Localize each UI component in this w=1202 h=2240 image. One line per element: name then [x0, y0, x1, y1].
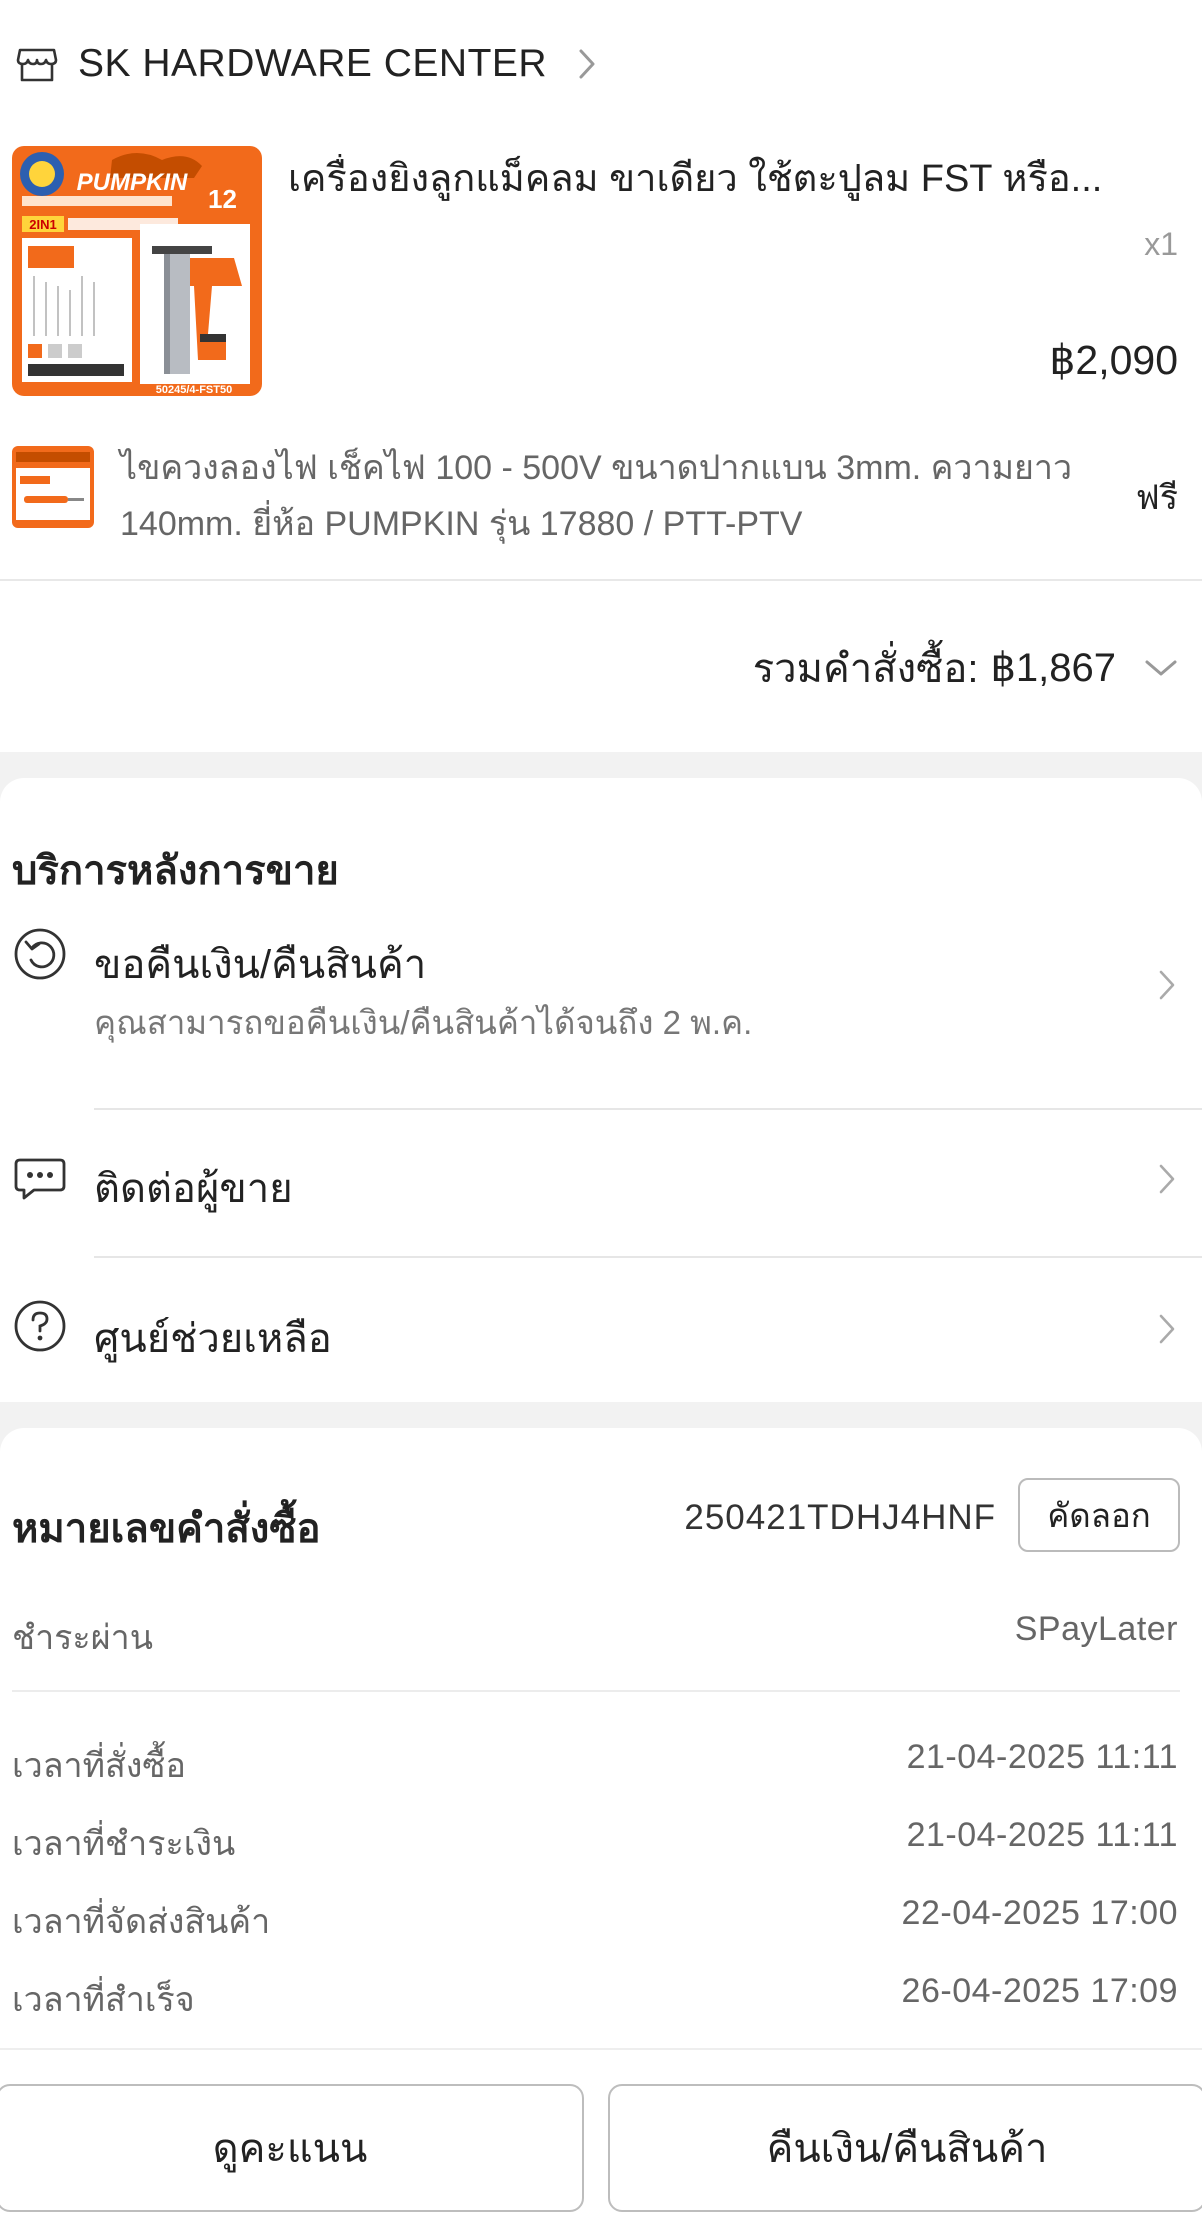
- gift-product-title[interactable]: ไขควงลองไฟ เช็คไฟ 100 - 500V ขนาดปากแบน …: [120, 440, 1110, 552]
- help-center-label: ศูนย์ช่วยเหลือ: [94, 1317, 332, 1361]
- payment-method-label: ชำระผ่าน: [12, 1619, 153, 1657]
- order-number-label: หมายเลขคำสั่งซื้อ: [12, 1507, 321, 1551]
- order-detail-page: SK HARDWARE CENTER PUMPKIN 12 2IN1 50245…: [0, 0, 1202, 2240]
- order-total-amount: ฿1,867: [990, 646, 1116, 690]
- order-total-label: รวมคำสั่งซื้อ:: [752, 647, 979, 691]
- chevron-right-icon: [579, 49, 595, 79]
- shop-header[interactable]: SK HARDWARE CENTER: [16, 36, 597, 92]
- complete-time-value: 26-04-2025 17:09: [901, 1972, 1178, 2010]
- refund-return-button[interactable]: คืนเงิน/คืนสินค้า: [608, 2084, 1202, 2212]
- product-image-model: 50245/4-FST50: [156, 384, 232, 396]
- chevron-down-icon: [1145, 660, 1177, 676]
- product-price: ฿2,090: [1049, 337, 1178, 383]
- divider: [0, 579, 1202, 581]
- contact-seller-label: ติดต่อผู้ขาย: [94, 1167, 293, 1211]
- order-time-value: 21-04-2025 11:11: [906, 1738, 1178, 1776]
- help-icon: [14, 1300, 66, 1352]
- payment-method-value: SPayLater: [1014, 1610, 1178, 1648]
- product-image-warranty: 12: [208, 184, 237, 214]
- payment-time-label: เวลาที่ชำระเงิน: [12, 1825, 236, 1863]
- payment-time-value: 21-04-2025 11:11: [906, 1816, 1178, 1854]
- bottom-action-bar: ดูคะแนน คืนเงิน/คืนสินค้า: [0, 2048, 1202, 2240]
- product-image[interactable]: PUMPKIN 12 2IN1 50245/4-FST50: [12, 146, 262, 396]
- chevron-right-icon: [1159, 1314, 1175, 1344]
- copy-order-number-button[interactable]: คัดลอก: [1018, 1478, 1180, 1552]
- chevron-right-icon: [1159, 1164, 1175, 1194]
- ship-time-value: 22-04-2025 17:00: [901, 1894, 1178, 1932]
- product-title[interactable]: เครื่องยิงลูกแม็คลม ขาเดียว ใช้ตะปูลม FS…: [288, 154, 1178, 204]
- product-image-badge: 2IN1: [29, 217, 56, 232]
- after-sales-title: บริการหลังการขาย: [12, 849, 339, 893]
- complete-time-label: เวลาที่สำเร็จ: [12, 1981, 195, 2019]
- order-time-label: เวลาที่สั่งซื้อ: [12, 1747, 186, 1785]
- order-total-row[interactable]: รวมคำสั่งซื้อ: ฿1,867: [753, 636, 1178, 700]
- after-sales-card: บริการหลังการขาย ขอคืนเงิน/คืนสินค้า คุณ…: [0, 778, 1202, 1402]
- refund-return-label: ขอคืนเงิน/คืนสินค้า: [94, 943, 427, 987]
- refund-return-row[interactable]: ขอคืนเงิน/คืนสินค้า คุณสามารถขอคืนเงิน/ค…: [0, 924, 1202, 1104]
- chevron-right-icon: [1159, 970, 1175, 1000]
- chat-icon: [14, 1158, 66, 1200]
- return-icon: [14, 928, 66, 980]
- order-items-card: SK HARDWARE CENTER PUMPKIN 12 2IN1 50245…: [0, 0, 1202, 752]
- product-quantity: x1: [1144, 226, 1178, 262]
- contact-seller-row[interactable]: ติดต่อผู้ขาย: [0, 1110, 1202, 1256]
- help-center-row[interactable]: ศูนย์ช่วยเหลือ: [0, 1258, 1202, 1402]
- view-rating-button[interactable]: ดูคะแนน: [0, 2084, 584, 2212]
- shop-name: SK HARDWARE CENTER: [78, 42, 548, 85]
- ship-time-label: เวลาที่จัดส่งสินค้า: [12, 1903, 271, 1941]
- refund-return-deadline: คุณสามารถขอคืนเงิน/คืนสินค้าได้จนถึง 2 พ…: [94, 1004, 753, 1041]
- divider: [12, 1690, 1180, 1692]
- order-number-value: 250421TDHJ4HNF: [684, 1498, 996, 1537]
- shop-icon: [16, 48, 58, 82]
- product-image-brand: PUMPKIN: [77, 169, 188, 196]
- gift-price-free: ฟรี: [1135, 479, 1178, 517]
- gift-product-image[interactable]: [12, 446, 94, 528]
